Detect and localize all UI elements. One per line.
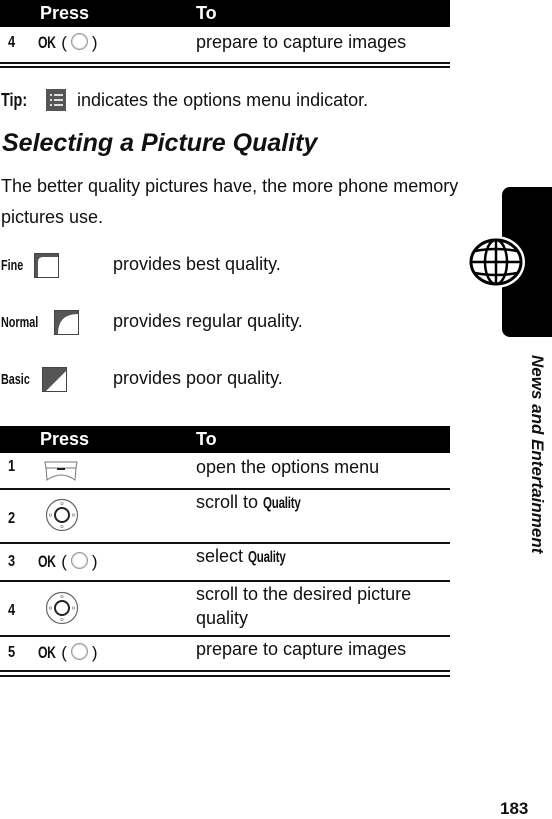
quality-description: provides best quality. xyxy=(113,254,281,274)
table-row: 1 open the options menu xyxy=(0,453,450,489)
step-number: 4 xyxy=(8,34,16,51)
menu-keyword: Quality xyxy=(263,495,301,512)
section-title: Selecting a Picture Quality xyxy=(2,129,318,157)
fine-quality-icon xyxy=(34,253,59,278)
section-body: The better quality pictures have, the mo… xyxy=(1,176,459,227)
quality-description: provides regular quality. xyxy=(113,311,303,331)
step-number: 2 xyxy=(8,510,16,527)
tip: Tip: xyxy=(1,90,34,111)
table2-header: Press To xyxy=(0,426,450,453)
options-menu-indicator-icon xyxy=(46,89,66,111)
step-number: 3 xyxy=(8,553,16,570)
navigation-key-icon xyxy=(45,591,79,630)
table-divider xyxy=(0,675,450,677)
page-number: 183 xyxy=(500,799,529,818)
basic-quality-icon xyxy=(42,367,67,392)
step-action: select Quality xyxy=(196,544,446,570)
quality-name-basic: Basic xyxy=(1,371,30,388)
step-number: 1 xyxy=(8,458,16,475)
table-row: 3 OK () select Quality xyxy=(0,544,450,580)
table-row: 5 OK () prepare to capture images xyxy=(0,637,450,673)
navigation-key-icon xyxy=(45,498,79,537)
press-column-header: Press xyxy=(40,429,90,449)
step-number: 4 xyxy=(8,602,16,619)
quality-name-fine: Fine xyxy=(1,257,24,274)
normal-quality-icon xyxy=(54,310,79,335)
table-divider xyxy=(0,62,450,64)
table-divider xyxy=(0,670,450,672)
step-action: prepare to capture images xyxy=(196,32,407,52)
to-column-header: To xyxy=(196,3,217,23)
center-select-button-icon xyxy=(70,643,88,660)
table-row: 4 OK () prepare to capture images xyxy=(0,27,450,63)
center-select-button-icon xyxy=(70,33,88,50)
quality-name-normal: Normal xyxy=(1,314,39,331)
menu-keyword: Quality xyxy=(248,549,286,566)
step-action: scroll to the desired picture quality xyxy=(196,584,412,628)
table-row: 2 scroll to Quality xyxy=(0,490,450,543)
to-column-header: To xyxy=(196,429,217,449)
ok-key: OK () xyxy=(38,552,98,571)
ok-key: OK () xyxy=(38,643,98,662)
globe-icon xyxy=(466,235,526,294)
step-action: open the options menu xyxy=(196,457,380,477)
quality-description: provides poor quality. xyxy=(113,368,283,388)
table1-header: Press To xyxy=(0,0,450,27)
press-column-header: Press xyxy=(40,3,90,23)
ok-key: OK () xyxy=(38,33,98,52)
step-number: 5 xyxy=(8,644,16,661)
step-action: scroll to Quality xyxy=(196,490,446,516)
menu-key-icon xyxy=(43,460,79,487)
tip-label: Tip: xyxy=(1,90,28,110)
center-select-button-icon xyxy=(70,552,88,569)
table-row: 4 scroll to the desired picture quality xyxy=(0,582,450,635)
table-divider xyxy=(0,66,450,68)
chapter-title: News and Entertainment xyxy=(528,355,547,554)
tip-text: indicates the options menu indicator. xyxy=(77,90,369,110)
step-action: prepare to capture images xyxy=(196,639,407,659)
